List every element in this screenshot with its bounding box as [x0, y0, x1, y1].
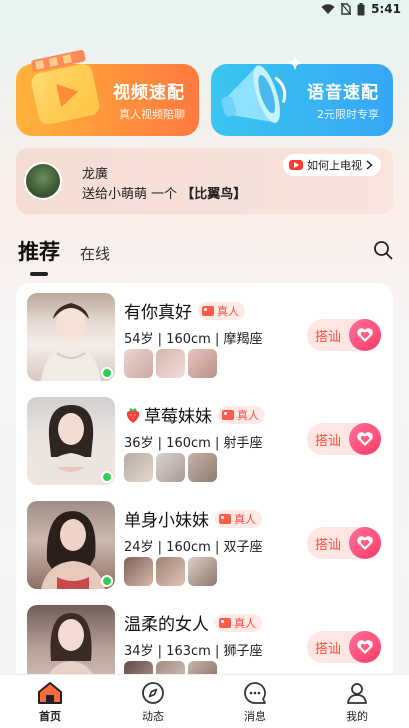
tab-online[interactable]: 在线 — [80, 243, 110, 266]
user-name: 单身小妹妹 — [124, 511, 209, 531]
video-banner-title: 视频速配 — [113, 83, 185, 103]
verified-badge: 真人 — [198, 301, 245, 320]
user-photo-thumbnails — [124, 557, 217, 586]
search-icon[interactable] — [373, 240, 393, 260]
photo-thumbnail[interactable] — [156, 557, 185, 586]
strawberry-icon — [126, 407, 140, 423]
user-info: 36岁 | 160cm | 射手座 — [124, 436, 263, 451]
photo-thumbnail[interactable] — [188, 453, 217, 482]
id-card-icon — [202, 305, 214, 316]
photo-thumbnail[interactable] — [188, 557, 217, 586]
id-card-icon — [219, 617, 231, 628]
heart-icon — [349, 631, 381, 663]
tv-link-label: 如何上电视 — [307, 159, 362, 172]
user-row[interactable]: 草莓妹妹 真人 36岁 | 160cm | 射手座 搭讪 — [16, 387, 393, 491]
video-banner-subtitle: 真人视频陪聊 — [119, 108, 185, 121]
user-name-line: 单身小妹妹 真人 — [124, 506, 262, 531]
heart-icon — [349, 527, 381, 559]
user-info: 34岁 | 163cm | 狮子座 — [124, 644, 263, 659]
nav-item-home[interactable]: 首页 — [20, 681, 80, 724]
verified-badge-label: 真人 — [234, 512, 256, 526]
notice-text-prefix: 送给小萌萌 一个 — [82, 187, 178, 202]
greet-button-label: 搭讪 — [315, 330, 342, 345]
user-profile-icon — [347, 683, 367, 704]
battery-icon — [357, 2, 365, 15]
voice-banner-subtitle: 2元限时专享 — [317, 108, 379, 121]
voice-banner-title: 语音速配 — [307, 83, 379, 103]
online-status-dot — [101, 575, 113, 587]
notice-gift-name: 【比翼鸟】 — [181, 187, 247, 202]
nav-label-home: 首页 — [39, 710, 61, 723]
user-list: 有你真好 真人 54岁 | 160cm | 摩羯座 搭讪 草莓妹妹 真人 36岁… — [16, 283, 393, 693]
user-photo-thumbnails — [124, 453, 217, 482]
feed-tabs: 推荐 在线 — [18, 236, 110, 276]
tab-recommend[interactable]: 推荐 — [18, 236, 60, 276]
user-name-line: 有你真好 真人 — [124, 298, 245, 323]
online-status-dot — [101, 471, 113, 483]
id-card-icon — [219, 513, 231, 524]
notice-sender-name: 龙廣 — [82, 167, 109, 182]
verified-badge: 真人 — [218, 405, 265, 424]
video-clapper-icon — [31, 49, 100, 125]
nav-item-mine[interactable]: 我的 — [327, 681, 387, 724]
user-row[interactable]: 单身小妹妹 真人 24岁 | 160cm | 双子座 搭讪 — [16, 491, 393, 595]
gift-notice-card[interactable]: 龙廣 送给小萌萌 一个 【比翼鸟】 如何上电视 — [16, 148, 393, 214]
how-to-get-on-tv-button[interactable]: 如何上电视 — [283, 154, 381, 176]
user-info: 24岁 | 160cm | 双子座 — [124, 540, 263, 555]
user-info: 54岁 | 160cm | 摩羯座 — [124, 332, 263, 347]
greet-button[interactable]: 搭讪 — [307, 423, 381, 455]
greet-button[interactable]: 搭讪 — [307, 527, 381, 559]
verified-badge-label: 真人 — [217, 304, 239, 318]
status-icons: 5:41 — [321, 2, 401, 16]
nav-label-mine: 我的 — [346, 710, 368, 723]
user-row[interactable]: 有你真好 真人 54岁 | 160cm | 摩羯座 搭讪 — [16, 283, 393, 387]
nav-label-moments: 动态 — [142, 710, 164, 723]
verified-badge-label: 真人 — [237, 408, 259, 422]
video-match-banner[interactable]: 视频速配 真人视频陪聊 — [16, 49, 199, 136]
status-bar: 5:41 — [0, 0, 409, 20]
nav-item-moments[interactable]: 动态 — [123, 681, 183, 724]
megaphone-icon — [220, 56, 302, 123]
compass-icon — [142, 682, 164, 704]
heart-icon — [349, 319, 381, 351]
user-name-line: 草莓妹妹 真人 — [124, 402, 265, 427]
verified-badge: 真人 — [215, 509, 262, 528]
verified-badge-label: 真人 — [234, 616, 256, 630]
photo-thumbnail[interactable] — [156, 453, 185, 482]
online-status-dot — [101, 367, 113, 379]
voice-match-banner[interactable]: 语音速配 2元限时专享 — [211, 56, 393, 136]
chevron-right-icon — [366, 160, 373, 170]
nav-label-messages: 消息 — [244, 710, 266, 723]
no-sim-icon — [341, 3, 352, 15]
user-name: 有你真好 — [124, 303, 192, 323]
user-name: 温柔的女人 — [124, 615, 209, 635]
photo-thumbnail[interactable] — [124, 557, 153, 586]
notice-text: 送给小萌萌 一个 【比翼鸟】 — [82, 183, 246, 202]
greet-button-label: 搭讪 — [315, 434, 342, 449]
verified-badge: 真人 — [215, 613, 262, 632]
user-name: 草莓妹妹 — [124, 402, 212, 427]
heart-icon — [349, 423, 381, 455]
greet-button[interactable]: 搭讪 — [307, 631, 381, 663]
home-icon — [38, 682, 62, 704]
user-name-text: 草莓妹妹 — [144, 407, 212, 427]
photo-thumbnail[interactable] — [124, 453, 153, 482]
wifi-icon — [321, 3, 335, 14]
status-time: 5:41 — [371, 2, 401, 16]
greet-button[interactable]: 搭讪 — [307, 319, 381, 351]
avatar — [24, 162, 62, 200]
greet-button-label: 搭讪 — [315, 538, 342, 553]
photo-thumbnail[interactable] — [156, 349, 185, 378]
greet-button-label: 搭讪 — [315, 642, 342, 657]
chat-bubble-icon — [244, 682, 266, 704]
bottom-nav: 首页 动态 消息 我的 — [0, 674, 409, 728]
user-name-line: 温柔的女人 真人 — [124, 610, 262, 635]
user-photo-thumbnails — [124, 349, 217, 378]
nav-item-messages[interactable]: 消息 — [225, 681, 285, 724]
id-card-icon — [222, 409, 234, 420]
photo-thumbnail[interactable] — [188, 349, 217, 378]
tv-play-icon — [289, 160, 303, 170]
photo-thumbnail[interactable] — [124, 349, 153, 378]
